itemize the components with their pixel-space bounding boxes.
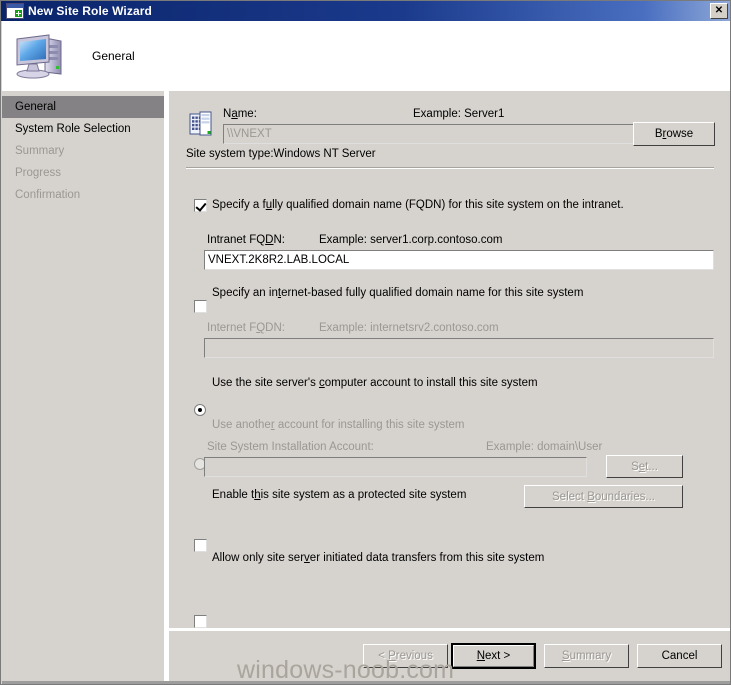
computer-icon <box>14 32 68 80</box>
intranet-fqdn-label: Intranet FQDN: <box>207 234 285 246</box>
select-boundaries-button: Select Boundaries... <box>524 485 683 508</box>
new-site-role-wizard-window: New Site Role Wizard ✕ General General S… <box>0 0 731 685</box>
allow-only-transfers-label: Allow only site server initiated data tr… <box>212 552 545 564</box>
sidebar-item-general[interactable]: General <box>2 96 164 118</box>
window-title: New Site Role Wizard <box>28 4 152 18</box>
internet-fqdn-label: Internet FQDN: <box>207 322 285 334</box>
wizard-nav-sidebar: General System Role Selection Summary Pr… <box>2 91 164 681</box>
sidebar-item-system-role-selection[interactable]: System Role Selection <box>2 118 164 140</box>
computer-account-radio-label: Use the site server's computer account t… <box>212 377 538 389</box>
installation-account-label: Site System Installation Account: <box>207 441 374 453</box>
wizard-content-panel: Name: Example: Server1 \\VNEXT Browse Si… <box>169 91 730 628</box>
window-new-icon <box>6 3 24 19</box>
site-system-type-label: Site system type:Windows NT Server <box>186 148 376 160</box>
browse-button[interactable]: Browse <box>633 122 715 146</box>
summary-button: Summary <box>544 644 629 668</box>
name-input[interactable]: \\VNEXT <box>223 124 661 144</box>
name-label: Name: <box>223 108 257 120</box>
internet-fqdn-input <box>204 338 714 358</box>
internet-fqdn-checkbox-label: Specify an internet-based fully qualifie… <box>212 287 584 299</box>
wizard-header: General <box>2 21 730 91</box>
sidebar-item-summary: Summary <box>15 145 65 157</box>
name-example: Example: Server1 <box>413 108 505 120</box>
intranet-fqdn-checkbox[interactable] <box>194 199 207 212</box>
page-title: General <box>92 49 135 63</box>
title-bar: New Site Role Wizard ✕ <box>1 1 730 21</box>
internet-fqdn-example: Example: internetsrv2.contoso.com <box>319 322 499 334</box>
cancel-button[interactable]: Cancel <box>637 644 722 668</box>
sidebar-item-progress: Progress <box>15 167 62 179</box>
computer-account-radio[interactable] <box>194 404 206 416</box>
intranet-fqdn-checkbox-label: Specify a fully qualified domain name (F… <box>212 199 624 211</box>
protected-site-system-label: Enable this site system as a protected s… <box>212 489 467 501</box>
close-icon[interactable]: ✕ <box>710 3 728 19</box>
server-icon <box>189 111 213 137</box>
next-button[interactable]: Next > <box>451 643 536 669</box>
intranet-fqdn-input[interactable]: VNEXT.2K8R2.LAB.LOCAL <box>204 250 714 270</box>
installation-account-example: Example: domain\User <box>486 441 603 453</box>
another-account-radio-label: Use another account for installing this … <box>212 419 465 431</box>
sidebar-item-confirmation: Confirmation <box>15 189 81 201</box>
set-button: Set... <box>606 455 683 478</box>
installation-account-input <box>204 457 587 477</box>
intranet-fqdn-example: Example: server1.corp.contoso.com <box>319 234 503 246</box>
section-divider <box>186 167 714 169</box>
protected-site-system-checkbox[interactable] <box>194 539 207 552</box>
allow-only-transfers-checkbox[interactable] <box>194 615 207 628</box>
internet-fqdn-checkbox[interactable] <box>194 300 207 313</box>
window-bottom-strip <box>2 681 730 684</box>
